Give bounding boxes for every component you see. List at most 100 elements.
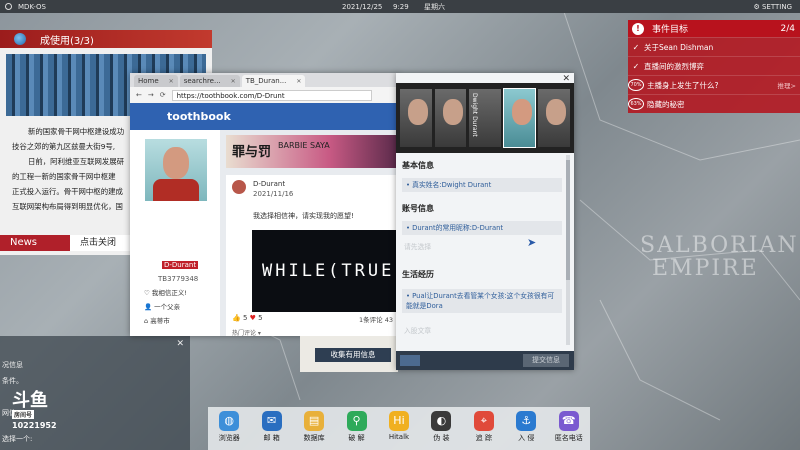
events-header: ! 事件目标 2/4 xyxy=(628,20,800,37)
tab-label: Home xyxy=(138,77,159,85)
system-topbar: MDK-OS 2021/12/25 9:29 星期六 ⚙ SETTING xyxy=(0,0,800,13)
objective-item[interactable]: 63% 隐藏的秘密 xyxy=(628,94,800,113)
section-title: 生活经历 xyxy=(402,270,434,279)
app-intrude[interactable]: ⚓ 入 侵 xyxy=(507,411,545,450)
app-browser[interactable]: ◍ 浏览器 xyxy=(210,411,248,450)
browser-icon: ◍ xyxy=(219,411,240,431)
banner-subtitle: BARBIE SAYA xyxy=(278,141,330,150)
portrait[interactable] xyxy=(434,89,467,147)
info-item[interactable]: • 真实姓名:Dwight Durant xyxy=(402,178,562,192)
globe-icon xyxy=(14,33,26,45)
profile-name: D-Durant xyxy=(162,261,199,269)
back-icon[interactable]: ← xyxy=(136,91,142,99)
system-date: 2021/12/25 xyxy=(342,2,383,11)
setting-label: SETTING xyxy=(761,2,792,11)
app-disguise[interactable]: ◐ 伪 装 xyxy=(422,411,460,450)
progress-ring: 63% xyxy=(628,98,644,110)
app-hitalk[interactable]: Hi Hitalk xyxy=(380,411,418,450)
info-item[interactable]: • Pual让Durant去看管某个女孩:这个女孩很有可能就是Dora xyxy=(402,289,562,313)
objective-item[interactable]: ✓ 直播间的激烈博弈 xyxy=(628,56,800,75)
taskbar: ◍ 浏览器 ✉ 邮 箱 ▤ 数据库 ⚲ 破 解 Hi Hitalk ◐ 伪 装 ⌖ 追 踪 ⚓… xyxy=(208,407,590,450)
setting-button[interactable]: ⚙ SETTING xyxy=(753,3,792,11)
reason-button[interactable]: 推理> xyxy=(778,80,796,90)
tab-home[interactable]: Home ✕ xyxy=(134,75,178,87)
forward-icon[interactable]: → xyxy=(148,91,154,99)
news-tag: News xyxy=(0,235,70,251)
section-title: 账号信息 xyxy=(402,204,434,213)
close-tab-icon[interactable]: ✕ xyxy=(231,78,236,85)
like-icon: 👍 xyxy=(232,314,241,322)
disguise-icon: ◐ xyxy=(431,411,452,431)
objective-label: 直播间的激烈博弈 xyxy=(644,61,704,71)
map-label-1: SALBORIAN xyxy=(640,233,799,258)
tab-label: TB_Duran... xyxy=(245,77,287,85)
power-icon[interactable] xyxy=(5,3,12,10)
profile-role: 👤 一个父亲 xyxy=(144,303,181,311)
system-weekday: 星期六 xyxy=(424,2,445,11)
alert-icon: ! xyxy=(632,22,644,35)
profile-id: TB3779348 xyxy=(158,275,199,283)
room-number: 10221952 xyxy=(12,421,57,430)
post-author[interactable]: D-Durant xyxy=(253,180,285,188)
tab-profile[interactable]: TB_Duran... ✕ xyxy=(241,75,306,87)
app-crack[interactable]: ⚲ 破 解 xyxy=(338,411,376,450)
avatar[interactable] xyxy=(145,139,207,201)
phone-icon: ☎ xyxy=(558,411,579,431)
hint-line: 况信息 xyxy=(2,361,23,369)
progress-ring: 70% xyxy=(628,79,644,91)
portrait[interactable] xyxy=(538,89,570,147)
post-image[interactable]: WHILE(TRUE) xyxy=(252,230,398,312)
refresh-icon[interactable]: ⟳ xyxy=(160,91,166,99)
hitalk-icon: Hi xyxy=(388,411,409,431)
objective-label: 主播身上发生了什么? xyxy=(647,80,719,90)
post-text: 我选择相信神，请实现我的愿望! xyxy=(253,212,354,220)
objective-item[interactable]: 70% 主播身上发生了什么? 推理> xyxy=(628,75,800,94)
portrait[interactable]: Dwight Durant xyxy=(469,89,501,147)
news-header: 成使用(3/3) xyxy=(0,30,212,48)
site-body: D-Durant TB3779348 ♡ 我相信正义! 👤 一个父亲 ⌂ 高蒂市… xyxy=(130,130,398,337)
event-objectives: ! 事件目标 2/4 ✓ 关于Sean Dishman ✓ 直播间的激烈博弈 7… xyxy=(628,20,800,115)
mail-icon: ✉ xyxy=(261,411,282,431)
dossier-footer: 提交信息 xyxy=(396,351,574,370)
check-icon: ✓ xyxy=(632,42,640,52)
info-placeholder: 入股文章 xyxy=(404,327,432,335)
portrait[interactable] xyxy=(400,89,432,147)
close-tab-icon[interactable]: ✕ xyxy=(169,78,174,85)
info-item[interactable]: • Durant的常用昵称:D-Durant xyxy=(402,221,562,235)
app-mail[interactable]: ✉ 邮 箱 xyxy=(253,411,291,450)
app-database[interactable]: ▤ 数据库 xyxy=(295,411,333,450)
heart-count: 5 xyxy=(258,314,263,322)
submit-info-button[interactable]: 提交信息 xyxy=(523,354,569,367)
post-reactions[interactable]: 👍 5 ♥ 5 xyxy=(232,314,263,322)
track-icon: ⌖ xyxy=(473,411,494,431)
app-track[interactable]: ⌖ 追 踪 xyxy=(465,411,503,450)
url-input[interactable]: https://toothbook.com/D-Drunt xyxy=(171,89,372,101)
tab-label: searchre... xyxy=(183,77,221,85)
os-name: MDK-OS xyxy=(18,2,46,11)
post-card: D-Durant 2021/11/16 我选择相信神，请实现我的愿望! WHIL… xyxy=(226,175,398,337)
dossier-scrollbar[interactable] xyxy=(566,155,570,345)
database-icon: ▤ xyxy=(304,411,325,431)
close-tab-icon[interactable]: ✕ xyxy=(296,78,301,85)
info-placeholder: 请先选择 xyxy=(404,243,432,251)
heart-icon: ♥ xyxy=(249,314,256,322)
suspect-portraits: Dwight Durant xyxy=(396,83,574,153)
hot-comments-toggle[interactable]: 热门评论 ▾ xyxy=(232,328,261,337)
address-bar: ← → ⟳ https://toothbook.com/D-Drunt xyxy=(130,87,398,103)
app-phone[interactable]: ☎ 匿名电话 xyxy=(550,411,588,450)
system-time: 9:29 xyxy=(393,2,409,11)
post-comments[interactable]: 1条评论 43 xyxy=(359,314,393,324)
banner-title: 罪与罚 xyxy=(232,145,272,160)
hint-line: 选择一个: xyxy=(2,435,33,443)
objective-label: 关于Sean Dishman xyxy=(644,42,714,52)
close-icon[interactable]: ✕ xyxy=(176,339,184,349)
tab-search[interactable]: searchre... ✕ xyxy=(179,75,240,87)
douyu-logo: 斗鱼 xyxy=(12,390,48,411)
mouse-cursor-icon: ➤ xyxy=(527,236,537,249)
info-input[interactable] xyxy=(400,355,420,366)
profile-banner: 罪与罚 BARBIE SAYA xyxy=(226,135,398,168)
post-avatar[interactable] xyxy=(232,180,246,194)
collect-info-button[interactable]: 收集有用信息 xyxy=(315,348,391,362)
objective-item[interactable]: ✓ 关于Sean Dishman xyxy=(628,37,800,56)
portrait-selected[interactable] xyxy=(502,88,537,148)
